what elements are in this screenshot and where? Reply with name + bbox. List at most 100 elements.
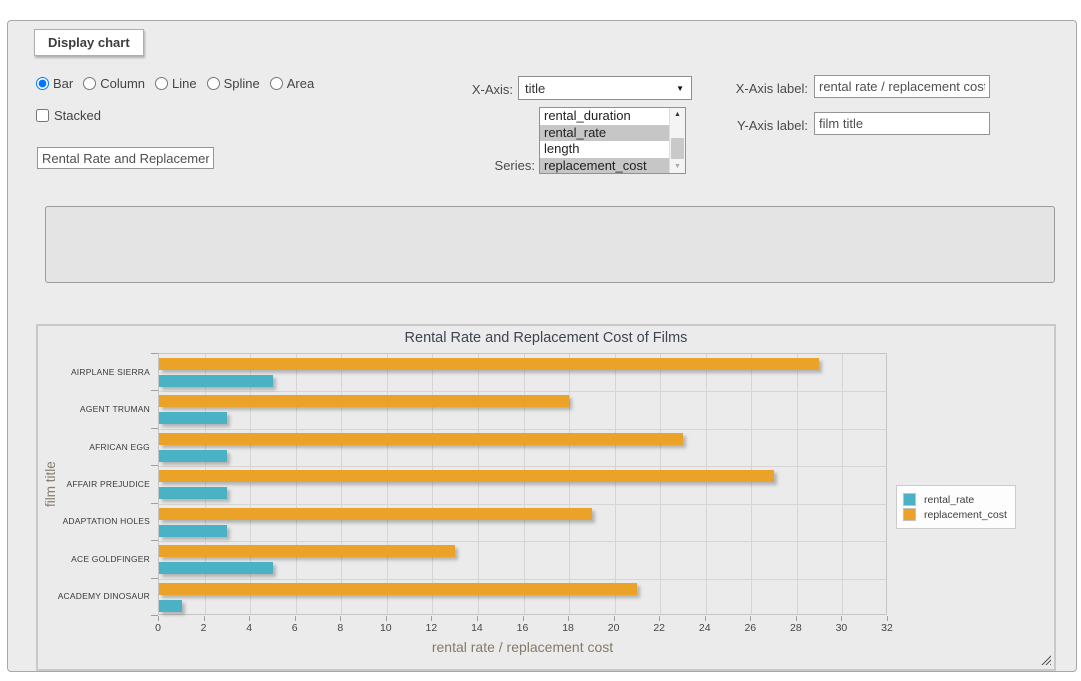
- x-tick-mark: [431, 616, 432, 621]
- stacked-label: Stacked: [54, 108, 101, 123]
- bar-rental_rate[interactable]: [159, 450, 227, 462]
- bar-rental_rate[interactable]: [159, 600, 182, 612]
- category-label: AFFAIR PREJUDICE: [38, 479, 150, 489]
- x-tick-label: 10: [380, 622, 392, 634]
- x-tick-label: 28: [790, 622, 802, 634]
- x-tick-label: 0: [155, 622, 161, 634]
- chart-type-spline[interactable]: Spline: [207, 76, 260, 91]
- x-axis-label-input[interactable]: [814, 75, 990, 98]
- x-tick-label: 6: [292, 622, 298, 634]
- x-tick-mark: [477, 616, 478, 621]
- series-option-replacement_cost[interactable]: replacement_cost: [540, 158, 669, 174]
- chevron-down-icon: ▼: [676, 84, 684, 93]
- legend-item: replacement_cost: [903, 508, 1007, 521]
- x-gridline: [296, 354, 297, 614]
- x-gridline: [341, 354, 342, 614]
- y-gridline: [159, 466, 886, 467]
- chart-type-bar[interactable]: Bar: [36, 76, 73, 91]
- bar-replacement_cost[interactable]: [159, 583, 637, 595]
- chart-type-radio-spline[interactable]: [207, 77, 220, 90]
- category-label: ACADEMY DINOSAUR: [38, 591, 150, 601]
- chart-type-label: Area: [287, 76, 314, 91]
- category-label: AGENT TRUMAN: [38, 404, 150, 414]
- chart-type-label: Column: [100, 76, 145, 91]
- x-tick-mark: [249, 616, 250, 621]
- bar-replacement_cost[interactable]: [159, 358, 819, 370]
- x-tick-label: 2: [201, 622, 207, 634]
- x-tick-label: 18: [562, 622, 574, 634]
- x-gridline: [706, 354, 707, 614]
- bar-replacement_cost[interactable]: [159, 395, 569, 407]
- chart-type-radio-bar[interactable]: [36, 77, 49, 90]
- x-tick-label: 30: [836, 622, 848, 634]
- bar-rental_rate[interactable]: [159, 562, 273, 574]
- bar-replacement_cost[interactable]: [159, 470, 774, 482]
- x-tick-mark: [705, 616, 706, 621]
- series-option-rental_duration[interactable]: rental_duration: [540, 108, 669, 125]
- x-axis-select-label: X-Axis:: [433, 82, 513, 97]
- x-gridline: [660, 354, 661, 614]
- chart-type-radio-column[interactable]: [83, 77, 96, 90]
- legend-item: rental_rate: [903, 493, 1007, 506]
- chart-type-radio-area[interactable]: [270, 77, 283, 90]
- resize-handle-icon[interactable]: [1041, 655, 1051, 665]
- y-gridline: [159, 504, 886, 505]
- series-option-length[interactable]: length: [540, 141, 669, 158]
- series-option-rental_rate[interactable]: rental_rate: [540, 125, 669, 142]
- bar-rental_rate[interactable]: [159, 412, 227, 424]
- scrollbar[interactable]: ▲ ▼: [669, 108, 685, 173]
- chart-type-radio-line[interactable]: [155, 77, 168, 90]
- x-tick-mark: [568, 616, 569, 621]
- display-chart-panel: Display chart BarColumnLineSplineArea St…: [7, 20, 1077, 672]
- y-tick-mark: [151, 503, 158, 504]
- chart-title: Rental Rate and Replacement Cost of Film…: [38, 330, 1054, 346]
- y-axis-label-input[interactable]: [814, 112, 990, 135]
- chart-type-line[interactable]: Line: [155, 76, 197, 91]
- x-gridline: [615, 354, 616, 614]
- x-gridline: [797, 354, 798, 614]
- chart-type-label: Spline: [224, 76, 260, 91]
- x-tick-mark: [750, 616, 751, 621]
- x-tick-mark: [523, 616, 524, 621]
- x-gridline: [250, 354, 251, 614]
- x-tick-mark: [386, 616, 387, 621]
- series-multiselect[interactable]: rental_durationrental_ratelengthreplacem…: [539, 107, 686, 174]
- category-label: AFRICAN EGG: [38, 442, 150, 452]
- stacked-checkbox-row[interactable]: Stacked: [36, 108, 101, 123]
- x-gridline: [569, 354, 570, 614]
- bar-replacement_cost[interactable]: [159, 545, 455, 557]
- x-tick-mark: [204, 616, 205, 621]
- x-gridline: [478, 354, 479, 614]
- y-gridline: [159, 579, 886, 580]
- chart-type-area[interactable]: Area: [270, 76, 314, 91]
- chart-type-column[interactable]: Column: [83, 76, 145, 91]
- x-tick-mark: [887, 616, 888, 621]
- series-options: rental_durationrental_ratelengthreplacem…: [540, 108, 669, 173]
- scroll-down-icon[interactable]: ▼: [670, 160, 685, 173]
- x-gridline: [524, 354, 525, 614]
- x-tick-label: 12: [426, 622, 438, 634]
- x-axis-select[interactable]: title ▼: [518, 76, 692, 100]
- legend-label: replacement_cost: [916, 509, 1007, 521]
- x-gridline: [751, 354, 752, 614]
- scroll-up-icon[interactable]: ▲: [670, 108, 685, 121]
- bar-rental_rate[interactable]: [159, 487, 227, 499]
- legend-swatch-rental_rate: [903, 493, 916, 506]
- chart-type-radio-group: Bar Column Line Spline Area: [36, 76, 314, 91]
- series-select-label: Series:: [453, 158, 535, 173]
- x-gridline: [387, 354, 388, 614]
- chart-title-input[interactable]: [37, 147, 214, 169]
- x-tick-label: 8: [337, 622, 343, 634]
- legend-label: rental_rate: [916, 494, 974, 506]
- bar-rental_rate[interactable]: [159, 525, 227, 537]
- y-gridline: [159, 541, 886, 542]
- bar-replacement_cost[interactable]: [159, 433, 683, 445]
- x-tick-mark: [340, 616, 341, 621]
- bar-rental_rate[interactable]: [159, 375, 273, 387]
- legend-swatch-replacement_cost: [903, 508, 916, 521]
- bar-replacement_cost[interactable]: [159, 508, 592, 520]
- scrollbar-thumb[interactable]: [671, 138, 684, 159]
- stacked-checkbox[interactable]: [36, 109, 49, 122]
- x-tick-mark: [796, 616, 797, 621]
- x-gridline: [432, 354, 433, 614]
